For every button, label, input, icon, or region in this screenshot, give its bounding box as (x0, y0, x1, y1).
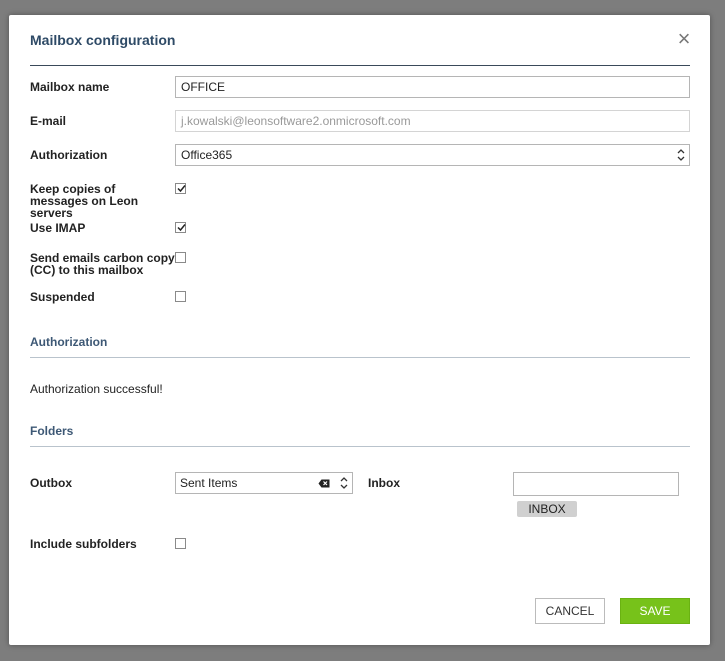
folders-section-heading: Folders (30, 424, 74, 438)
send-cc-label: Send emails carbon copy (CC) to this mai… (30, 251, 175, 277)
use-imap-checkbox[interactable] (175, 222, 186, 233)
outbox-select[interactable]: Sent Items (175, 472, 353, 494)
mailbox-name-label: Mailbox name (30, 80, 110, 94)
email-label: E-mail (30, 114, 67, 128)
close-icon[interactable]: × (675, 28, 693, 50)
authorization-section-heading: Authorization (30, 335, 108, 349)
authorization-select-value: Office365 (181, 148, 233, 162)
clear-icon[interactable] (318, 479, 330, 488)
inbox-label: Inbox (368, 476, 400, 490)
dialog-title: Mailbox configuration (30, 32, 176, 48)
outbox-label: Outbox (30, 476, 72, 490)
include-subfolders-checkbox[interactable] (175, 538, 186, 549)
cancel-button[interactable]: CANCEL (535, 598, 605, 624)
authorization-label: Authorization (30, 148, 108, 162)
select-arrows-icon (677, 149, 685, 161)
select-arrows-icon (340, 477, 348, 489)
include-subfolders-label: Include subfolders (30, 537, 137, 551)
email-input[interactable]: j.kowalski@leonsoftware2.onmicrosoft.com (175, 110, 690, 132)
suspended-checkbox[interactable] (175, 291, 186, 302)
authorization-status: Authorization successful! (30, 382, 163, 396)
outbox-select-value: Sent Items (180, 476, 238, 490)
check-icon (177, 185, 186, 193)
folders-section-divider (30, 446, 690, 447)
title-divider (30, 65, 690, 66)
mailbox-config-dialog: Mailbox configuration × Mailbox name OFF… (9, 15, 710, 645)
suspended-label: Suspended (30, 290, 95, 304)
check-icon (177, 224, 186, 232)
authorization-select[interactable]: Office365 (175, 144, 690, 166)
save-button[interactable]: SAVE (620, 598, 690, 624)
keep-copies-label: Keep copies of messages on Leon servers (30, 182, 139, 220)
mailbox-name-input[interactable]: OFFICE (175, 76, 690, 98)
send-cc-checkbox[interactable] (175, 252, 186, 263)
inbox-folder-tag[interactable]: INBOX (517, 501, 577, 517)
inbox-input[interactable] (513, 472, 679, 496)
keep-copies-checkbox[interactable] (175, 183, 186, 194)
use-imap-label: Use IMAP (30, 221, 86, 235)
authorization-section-divider (30, 357, 690, 358)
